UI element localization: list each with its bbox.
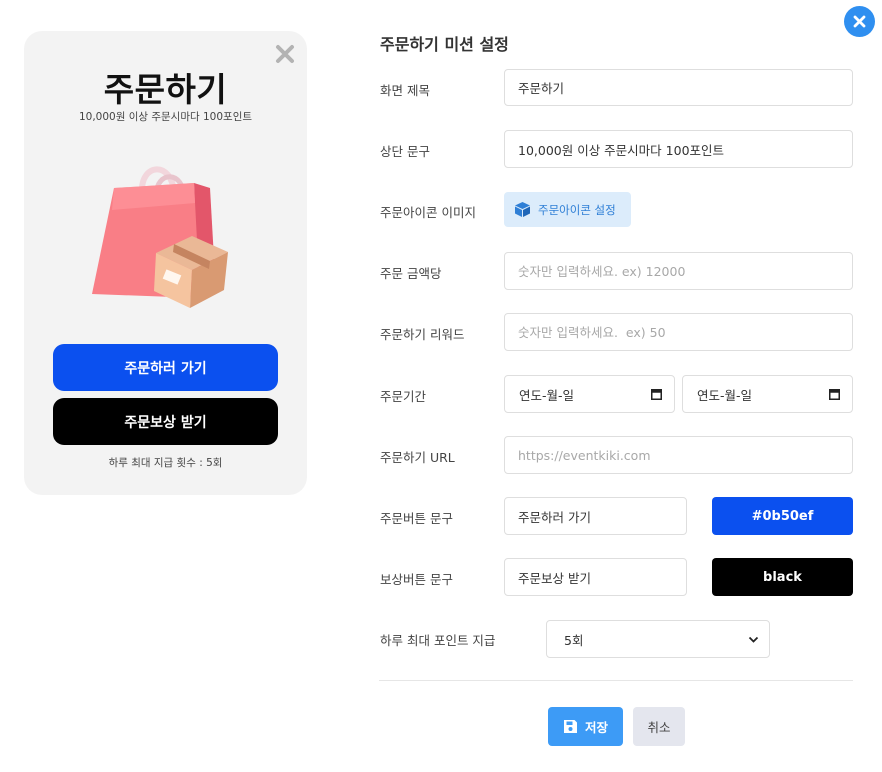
top-text-input[interactable] xyxy=(518,141,839,157)
icon-image-label: 주문아이콘 이미지 xyxy=(380,205,476,220)
chevron-down-icon xyxy=(748,636,759,643)
reward-label: 주문하기 리워드 xyxy=(380,327,465,342)
reward-button-text-input[interactable] xyxy=(518,569,673,585)
daily-limit-label: 하루 최대 포인트 지급 xyxy=(380,633,496,648)
form-title: 주문하기 미션 설정 xyxy=(380,35,509,54)
preview-card: 주문하기 10,000원 이상 주문시마다 100포인트 주문하러 가기 주문보… xyxy=(24,31,307,495)
order-button-text-field[interactable] xyxy=(504,497,687,535)
order-reward-button[interactable]: 주문보상 받기 xyxy=(53,398,278,445)
form-divider xyxy=(379,680,853,681)
amount-input[interactable] xyxy=(518,263,839,279)
daily-limit-note: 하루 최대 지급 횟수 : 5회 xyxy=(108,457,223,469)
reward-button-color-picker[interactable]: black xyxy=(712,558,853,596)
preview-title: 주문하기 xyxy=(103,70,228,109)
url-input[interactable] xyxy=(518,447,839,463)
save-label: 저장 xyxy=(584,720,608,735)
order-button-text-input[interactable] xyxy=(518,508,673,524)
start-date-input[interactable]: 연도-월-일 xyxy=(504,375,675,413)
order-button-color-picker[interactable]: #0b50ef xyxy=(712,497,853,535)
amount-field[interactable] xyxy=(504,252,853,290)
reward-button-text-field[interactable] xyxy=(504,558,687,596)
screen-title-input[interactable] xyxy=(518,80,839,95)
calendar-icon[interactable] xyxy=(829,388,840,400)
start-date-text: 연도-월-일 xyxy=(519,387,575,403)
screen-title-field[interactable] xyxy=(504,69,853,106)
order-go-button[interactable]: 주문하러 가기 xyxy=(53,344,278,391)
reward-field[interactable] xyxy=(504,313,853,351)
calendar-icon[interactable] xyxy=(651,388,662,400)
preview-subtitle: 10,000원 이상 주문시마다 100포인트 xyxy=(78,111,253,123)
url-field[interactable] xyxy=(504,436,853,474)
screen-title-label: 화면 제목 xyxy=(380,83,430,98)
url-label: 주문하기 URL xyxy=(380,450,455,465)
period-label: 주문기간 xyxy=(380,389,427,404)
preview-close-icon[interactable] xyxy=(274,43,296,65)
reward-input[interactable] xyxy=(518,324,839,340)
set-icon-button[interactable]: 주문아이콘 설정 xyxy=(504,192,631,227)
shopping-bag-illustration xyxy=(92,166,228,308)
close-button[interactable] xyxy=(844,6,875,37)
set-icon-label: 주문아이콘 설정 xyxy=(538,202,616,217)
reward-button-label: 보상버튼 문구 xyxy=(380,572,453,587)
end-date-input[interactable]: 연도-월-일 xyxy=(682,375,853,413)
cancel-button[interactable]: 취소 xyxy=(633,707,685,746)
end-date-text: 연도-월-일 xyxy=(697,387,753,403)
top-text-label: 상단 문구 xyxy=(380,144,430,159)
floppy-disk-icon xyxy=(563,720,577,733)
daily-limit-value: 5회 xyxy=(564,632,584,648)
save-button[interactable]: 저장 xyxy=(548,707,623,746)
top-text-field[interactable] xyxy=(504,130,853,168)
order-button-label: 주문버튼 문구 xyxy=(380,511,453,526)
close-icon xyxy=(853,15,866,28)
box-icon xyxy=(515,202,530,217)
amount-label: 주문 금액당 xyxy=(380,266,442,281)
daily-limit-select[interactable]: 5회 xyxy=(546,620,770,658)
